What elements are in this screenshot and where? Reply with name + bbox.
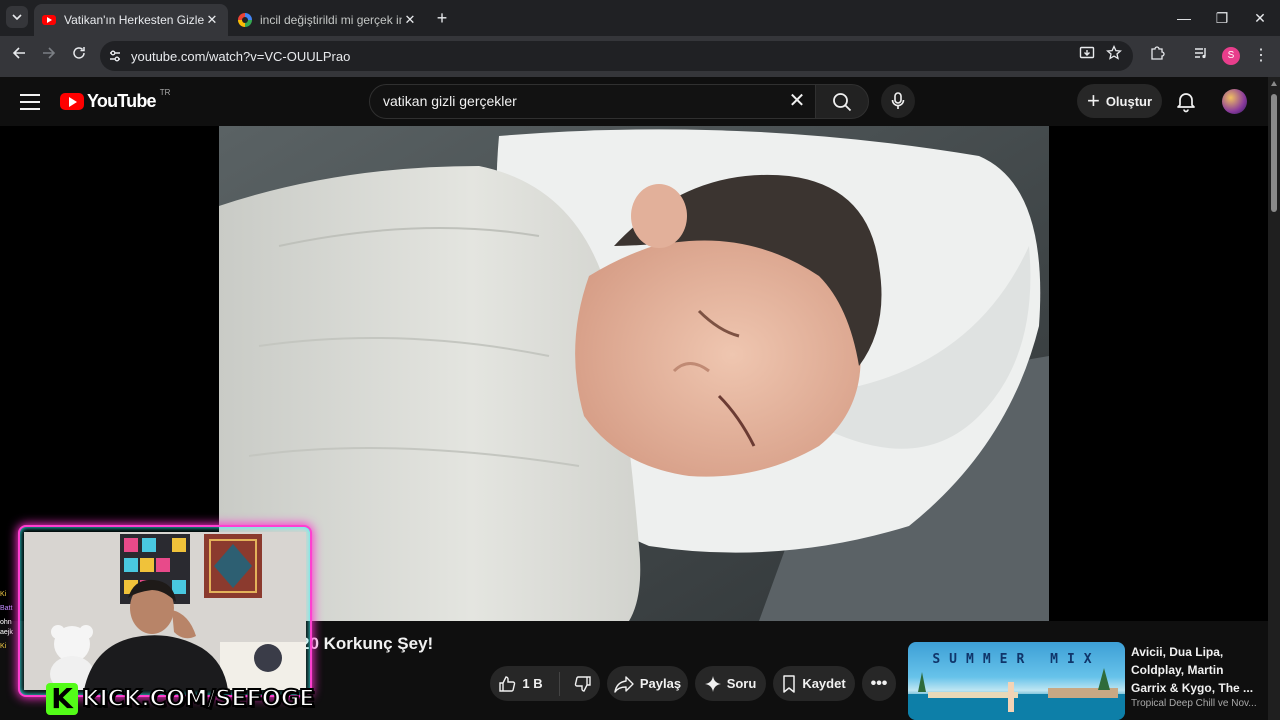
recommendation-thumbnail[interactable]: SUMMER MIX: [908, 642, 1125, 720]
site-info-icon[interactable]: [106, 47, 124, 65]
microphone-icon: [891, 92, 905, 109]
clear-search-icon[interactable]: ✕: [785, 89, 809, 113]
kick-channel-banner: K KICK.COM/SEFOGE: [46, 683, 316, 715]
share-button[interactable]: Paylaş: [607, 666, 688, 701]
playlist-icon: [1195, 48, 1206, 59]
arrow-right-icon: [43, 47, 56, 59]
like-count: 1 B: [522, 676, 543, 691]
tab-title: incil değiştirildi mi gerçek incil ne: [260, 13, 402, 27]
search-button[interactable]: [815, 84, 869, 119]
dislike-button[interactable]: [560, 675, 592, 693]
tab-title: Vatikan'ın Herkesten Gizlemeyeb: [64, 13, 204, 27]
tab-google[interactable]: incil değiştirildi mi gerçek incil ne ✕: [230, 4, 426, 36]
puzzle-icon: [1151, 46, 1165, 60]
reload-icon: [73, 47, 85, 59]
youtube-logo[interactable]: YouTube TR: [60, 88, 171, 112]
search-input[interactable]: vatikan gizli gerçekler ✕: [369, 84, 816, 119]
notifications-button[interactable]: [1174, 89, 1198, 113]
recommendation-channel[interactable]: Tropical Deep Chill ve Nov...: [1131, 698, 1257, 709]
restore-button[interactable]: ❐: [1212, 8, 1232, 28]
page-scrollbar[interactable]: [1268, 77, 1280, 720]
plus-icon: +: [1086, 88, 1100, 113]
close-tab-icon[interactable]: ✕: [402, 12, 418, 28]
minimize-button[interactable]: —: [1174, 8, 1194, 28]
sparkle-icon: [704, 675, 721, 692]
scroll-up-icon[interactable]: [1271, 81, 1277, 86]
chevron-down-icon: [12, 14, 22, 20]
new-tab-button[interactable]: +: [432, 8, 452, 28]
media-control-button[interactable]: [1190, 45, 1212, 67]
ask-button[interactable]: Soru: [695, 666, 766, 701]
streamer-webcam-image: [24, 532, 306, 690]
reload-button[interactable]: [68, 45, 90, 67]
bell-icon: [1177, 93, 1195, 113]
install-app-button[interactable]: [1076, 45, 1098, 67]
country-code: TR: [159, 88, 171, 97]
arrow-left-icon: [12, 47, 25, 59]
forward-button[interactable]: [38, 45, 60, 67]
close-tab-icon[interactable]: ✕: [204, 12, 220, 28]
more-actions-button[interactable]: •••: [862, 666, 896, 701]
more-horizontal-icon: •••: [870, 674, 888, 692]
back-button[interactable]: [8, 45, 30, 67]
close-window-button[interactable]: ✕: [1250, 8, 1270, 28]
address-bar[interactable]: youtube.com/watch?v=VC-OUULPrao: [100, 41, 1133, 71]
google-favicon-icon: [238, 13, 252, 27]
video-frame[interactable]: [219, 126, 1049, 621]
share-label: Paylaş: [639, 676, 682, 691]
bookmark-icon: [783, 674, 796, 693]
like-button[interactable]: 1 B: [498, 671, 560, 696]
profile-avatar[interactable]: S: [1222, 47, 1240, 65]
beach-scene-image: [908, 668, 1125, 720]
tab-youtube[interactable]: Vatikan'ın Herkesten Gizlemeyeb ✕: [34, 4, 228, 36]
create-button[interactable]: + Oluştur: [1077, 84, 1162, 118]
search-query: vatikan gizli gerçekler: [383, 93, 517, 109]
guide-menu-icon[interactable]: [20, 94, 40, 110]
browser-menu-button[interactable]: ⋮: [1250, 45, 1272, 67]
search-icon: [833, 92, 852, 111]
kick-logo-icon: K: [46, 683, 78, 715]
thumbs-up-icon: [499, 675, 516, 692]
recommendation-title[interactable]: Avicii, Dua Lipa, Coldplay, Martin Garri…: [1131, 643, 1261, 697]
save-label: Kaydet: [802, 676, 846, 691]
extensions-button[interactable]: [1146, 45, 1168, 67]
kick-channel-text: KICK.COM/SEFOGE: [81, 685, 316, 713]
like-dislike-group: 1 B: [490, 666, 600, 701]
youtube-favicon-icon: [42, 15, 56, 25]
voice-search-button[interactable]: [881, 84, 915, 118]
star-icon: [1106, 44, 1122, 60]
ask-label: Soru: [726, 676, 757, 691]
thumbs-down-icon: [574, 675, 591, 692]
save-button[interactable]: Kaydet: [773, 666, 855, 701]
logo-wordmark: YouTube: [87, 91, 157, 111]
youtube-play-icon: [60, 93, 84, 110]
scrollbar-thumb[interactable]: [1271, 94, 1277, 212]
bookmark-star-button[interactable]: [1103, 44, 1125, 67]
create-label: Oluştur: [1105, 93, 1153, 109]
webcam-feed: [24, 532, 306, 690]
video-frame-sleeping-child-image: [219, 126, 1049, 621]
install-icon: [1079, 46, 1095, 59]
tab-search-button[interactable]: [6, 6, 28, 28]
url-text: youtube.com/watch?v=VC-OUULPrao: [131, 48, 351, 64]
share-icon: [614, 675, 634, 693]
video-title: 20 Korkunç Şey!: [300, 634, 434, 653]
account-avatar[interactable]: [1222, 89, 1247, 114]
